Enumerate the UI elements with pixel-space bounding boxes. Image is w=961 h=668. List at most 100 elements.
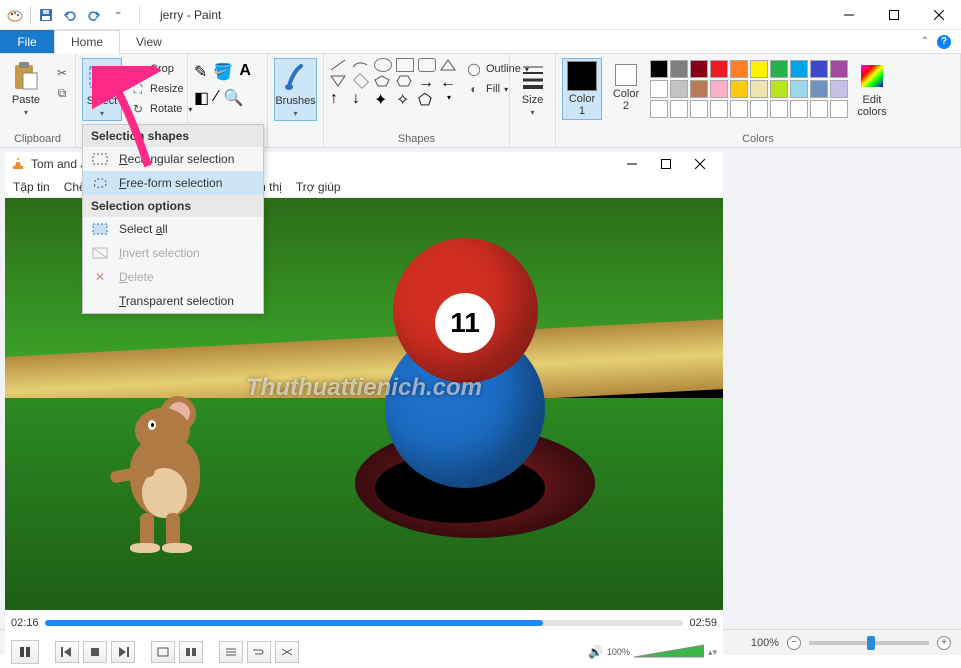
- color-swatch[interactable]: [810, 80, 828, 98]
- vlc-extended-button[interactable]: [179, 641, 203, 663]
- size-button[interactable]: Size ▾: [513, 58, 553, 119]
- crop-button[interactable]: ✂Crop: [126, 60, 196, 78]
- save-icon[interactable]: [37, 6, 55, 24]
- vlc-volume-up-icon[interactable]: ▴▾: [708, 647, 717, 658]
- vlc-loop-button[interactable]: [247, 641, 271, 663]
- vlc-mute-icon[interactable]: 🔊: [588, 645, 603, 659]
- brushes-button[interactable]: Brushes ▾: [274, 58, 317, 121]
- color-swatch[interactable]: [690, 60, 708, 78]
- vlc-shuffle-button[interactable]: [275, 641, 299, 663]
- color2-button[interactable]: Color 2: [606, 58, 646, 114]
- color-swatch[interactable]: [650, 80, 668, 98]
- help-icon[interactable]: ?: [937, 35, 951, 49]
- color-swatch-empty[interactable]: [810, 100, 828, 118]
- cut-button[interactable]: ✂: [50, 64, 74, 82]
- color-swatch[interactable]: [730, 80, 748, 98]
- color1-button[interactable]: Color 1: [562, 58, 602, 120]
- copy-button[interactable]: ⧉: [50, 84, 74, 102]
- vlc-menu-item[interactable]: Tập tin: [13, 180, 50, 194]
- picker-icon[interactable]: ⁄: [215, 88, 218, 108]
- transparent-selection-icon: [91, 293, 109, 309]
- select-button[interactable]: Select ▾: [82, 58, 122, 121]
- color-swatch-empty[interactable]: [710, 100, 728, 118]
- status-zoom: 100% − +: [741, 636, 961, 650]
- maximize-button[interactable]: [871, 0, 916, 30]
- color-swatch[interactable]: [750, 80, 768, 98]
- resize-button[interactable]: ⛶Resize: [126, 80, 196, 98]
- vlc-minimize-button[interactable]: [615, 152, 649, 176]
- vlc-close-button[interactable]: [683, 152, 717, 176]
- magnifier-icon[interactable]: 🔍: [224, 88, 244, 108]
- color-palette[interactable]: [650, 60, 848, 118]
- vlc-menu-item[interactable]: Trợ giúp: [296, 180, 341, 194]
- menu-rectangular-selection[interactable]: Rectangular selection: [83, 147, 263, 171]
- redo-icon[interactable]: [85, 6, 103, 24]
- color-swatch[interactable]: [690, 80, 708, 98]
- group-label: Clipboard: [0, 133, 75, 147]
- eraser-icon[interactable]: ◧: [194, 88, 209, 108]
- color-swatch[interactable]: [810, 60, 828, 78]
- color-swatch-empty[interactable]: [690, 100, 708, 118]
- vlc-next-button[interactable]: [111, 641, 135, 663]
- color-swatch[interactable]: [670, 60, 688, 78]
- view-tab[interactable]: View: [120, 30, 178, 53]
- fill-icon: ◐: [466, 81, 482, 97]
- color-swatch[interactable]: [650, 60, 668, 78]
- vlc-stop-button[interactable]: [83, 641, 107, 663]
- color-swatch[interactable]: [770, 60, 788, 78]
- vlc-pause-button[interactable]: [11, 640, 39, 664]
- select-all-icon: [91, 221, 109, 237]
- color-swatch[interactable]: [830, 80, 848, 98]
- zoom-out-button[interactable]: −: [787, 636, 801, 650]
- edit-colors-icon: [856, 60, 888, 92]
- color-swatch[interactable]: [770, 80, 788, 98]
- undo-icon[interactable]: [61, 6, 79, 24]
- collapse-ribbon-icon[interactable]: ⌃: [921, 36, 929, 47]
- edit-colors-button[interactable]: Edit colors: [852, 58, 892, 120]
- zoom-in-button[interactable]: +: [937, 636, 951, 650]
- color-swatch[interactable]: [830, 60, 848, 78]
- color-swatch[interactable]: [670, 80, 688, 98]
- menu-transparent-selection[interactable]: Transparent selection: [83, 289, 263, 313]
- color-swatch[interactable]: [750, 60, 768, 78]
- vlc-seek-slider[interactable]: [45, 620, 684, 626]
- dropdown-section-header: Selection options: [83, 195, 263, 217]
- delete-icon: ✕: [91, 269, 109, 285]
- color-swatch-empty[interactable]: [730, 100, 748, 118]
- color-swatch[interactable]: [790, 80, 808, 98]
- shapes-gallery[interactable]: → ← ↑ ↓ ✦ ✧ ⬠ ▾: [330, 58, 458, 104]
- group-label: Colors: [556, 133, 960, 147]
- color-swatch-empty[interactable]: [790, 100, 808, 118]
- color-swatch[interactable]: [730, 60, 748, 78]
- bucket-icon[interactable]: 🪣: [213, 62, 233, 82]
- paste-button[interactable]: Paste ▾: [6, 58, 46, 119]
- menu-freeform-selection[interactable]: Free-form selection: [83, 171, 263, 195]
- close-button[interactable]: [916, 0, 961, 30]
- file-tab[interactable]: File: [0, 30, 54, 53]
- minimize-button[interactable]: [826, 0, 871, 30]
- vlc-volume-slider[interactable]: [634, 643, 704, 661]
- window-title: jerry - Paint: [160, 8, 221, 22]
- zoom-slider[interactable]: [809, 641, 929, 645]
- resize-icon: ⛶: [130, 81, 146, 97]
- vlc-maximize-button[interactable]: [649, 152, 683, 176]
- color-swatch-empty[interactable]: [830, 100, 848, 118]
- vlc-fullscreen-button[interactable]: [151, 641, 175, 663]
- color-swatch[interactable]: [790, 60, 808, 78]
- qat-customize-icon[interactable]: ⁼: [109, 6, 127, 24]
- color-swatch-empty[interactable]: [750, 100, 768, 118]
- paint-app-icon: [6, 6, 24, 24]
- rotate-button[interactable]: ↻Rotate▾: [126, 100, 196, 118]
- text-icon[interactable]: A: [239, 62, 251, 82]
- color-swatch[interactable]: [710, 60, 728, 78]
- vlc-playlist-button[interactable]: [219, 641, 243, 663]
- home-tab[interactable]: Home: [54, 30, 120, 54]
- pencil-icon[interactable]: ✎: [194, 62, 207, 82]
- vlc-prev-button[interactable]: [55, 641, 79, 663]
- color-swatch-empty[interactable]: [670, 100, 688, 118]
- color-swatch[interactable]: [710, 80, 728, 98]
- menu-select-all[interactable]: Select all: [83, 217, 263, 241]
- color-swatch-empty[interactable]: [650, 100, 668, 118]
- chevron-down-icon: ▾: [24, 108, 28, 117]
- color-swatch-empty[interactable]: [770, 100, 788, 118]
